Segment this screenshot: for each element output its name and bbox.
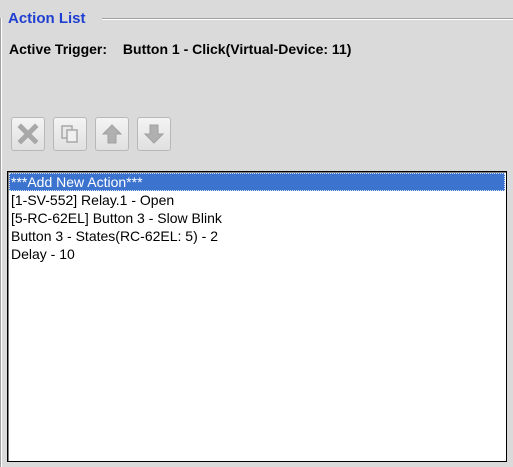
- delete-x-icon: [17, 123, 39, 145]
- move-down-button[interactable]: [137, 117, 171, 151]
- action-listbox[interactable]: ***Add New Action*** [1-SV-552] Relay.1 …: [7, 171, 507, 462]
- list-item[interactable]: [1-SV-552] Relay.1 - Open: [9, 191, 505, 209]
- action-list-panel: Action List Active Trigger: Button 1 - C…: [0, 0, 513, 467]
- arrow-down-icon: [143, 124, 165, 144]
- move-up-button[interactable]: [95, 117, 129, 151]
- action-toolbar: [11, 117, 171, 153]
- list-item[interactable]: Delay - 10: [9, 245, 505, 263]
- group-box-border: [0, 18, 2, 467]
- delete-action-button[interactable]: [11, 117, 45, 151]
- copy-icon: [61, 125, 78, 143]
- active-trigger-row: Active Trigger: Button 1 - Click(Virtual…: [9, 40, 351, 58]
- list-item[interactable]: [5-RC-62EL] Button 3 - Slow Blink: [9, 209, 505, 227]
- copy-action-button[interactable]: [53, 117, 87, 151]
- arrow-up-icon: [101, 124, 123, 144]
- active-trigger-value: Button 1 - Click(Virtual-Device: 11): [122, 41, 352, 57]
- list-item[interactable]: ***Add New Action***: [9, 173, 505, 191]
- list-item[interactable]: Button 3 - States(RC-62EL: 5) - 2: [9, 227, 505, 245]
- group-box-top-border: [102, 18, 513, 20]
- group-title: Action List: [8, 10, 86, 27]
- active-trigger-label: Active Trigger:: [9, 41, 108, 57]
